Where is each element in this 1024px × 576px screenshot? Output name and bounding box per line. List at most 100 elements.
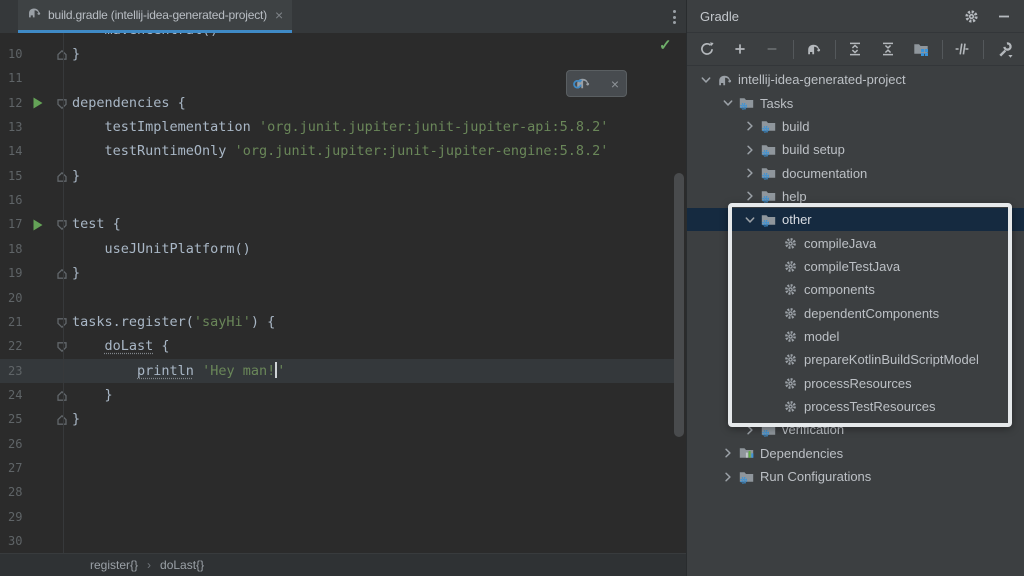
execute-gradle-task-button[interactable]	[801, 36, 827, 62]
tree-item-run-configurations[interactable]: Run Configurations	[687, 465, 1024, 488]
code-line-25[interactable]: 25}	[0, 407, 674, 431]
tree-item-help[interactable]: help	[687, 185, 1024, 208]
code-line-20[interactable]: 20	[0, 286, 674, 310]
fold-end-marker-icon[interactable]	[56, 389, 68, 401]
code-line-23[interactable]: 23 println 'Hey man!'	[0, 359, 674, 383]
tab-options-menu-icon[interactable]	[671, 8, 678, 26]
tree-item-label: compileTestJava	[804, 259, 900, 274]
chevron-right-icon[interactable]	[741, 422, 758, 438]
line-number: 18	[8, 237, 22, 261]
code-line-17[interactable]: 17test {	[0, 212, 674, 236]
detach-gradle-project-button[interactable]	[759, 36, 785, 62]
run-task-icon[interactable]	[31, 96, 44, 110]
tab-close-icon[interactable]: ×	[275, 8, 283, 22]
toggle-offline-mode-button[interactable]	[950, 36, 976, 62]
code-line-15[interactable]: 15}	[0, 164, 674, 188]
gradle-reload-icon[interactable]	[574, 75, 592, 92]
gear-icon	[782, 375, 799, 391]
fold-end-marker-icon[interactable]	[56, 267, 68, 279]
gear-icon	[782, 399, 799, 415]
tree-item-build[interactable]: build	[687, 115, 1024, 138]
task-folder-icon	[738, 95, 755, 111]
reload-all-gradle-projects-button[interactable]	[694, 36, 720, 62]
chevron-right-icon[interactable]	[719, 469, 736, 485]
chevron-right-icon[interactable]	[719, 445, 736, 461]
code-text: test {	[72, 212, 121, 236]
minimize-icon[interactable]	[996, 8, 1012, 24]
chevron-down-icon[interactable]	[741, 212, 758, 228]
code-line-29[interactable]: 29	[0, 505, 674, 529]
breadcrumb-register[interactable]: register{}	[90, 558, 138, 572]
code-line-28[interactable]: 28	[0, 480, 674, 504]
expand-all-button[interactable]	[843, 36, 869, 62]
code-line-18[interactable]: 18 useJUnitPlatform()	[0, 237, 674, 261]
fold-end-marker-icon[interactable]	[56, 170, 68, 182]
code-line-10[interactable]: 10}	[0, 42, 674, 66]
tree-item-compilejava[interactable]: compileJava	[687, 231, 1024, 254]
tree-item-label: intellij-idea-generated-project	[738, 72, 906, 87]
tree-item-label: model	[804, 329, 839, 344]
chevron-right-icon[interactable]	[741, 118, 758, 134]
settings-gear-icon[interactable]	[963, 8, 980, 25]
gear-icon	[782, 305, 799, 321]
task-folder-icon	[760, 165, 777, 181]
tree-item-preparekotlinbuildscriptmodel[interactable]: prepareKotlinBuildScriptModel	[687, 348, 1024, 371]
tree-item-tasks[interactable]: Tasks	[687, 91, 1024, 114]
code-line-13[interactable]: 13 testImplementation 'org.junit.jupiter…	[0, 115, 674, 139]
editor-scrollbar[interactable]	[674, 173, 684, 437]
chevron-right-icon[interactable]	[741, 165, 758, 181]
tree-item-processtestresources[interactable]: processTestResources	[687, 395, 1024, 418]
load-gradle-changes-widget[interactable]: ×	[566, 70, 627, 97]
fold-start-marker-icon[interactable]	[56, 97, 68, 109]
line-number: 28	[8, 480, 22, 504]
breadcrumb-separator: ›	[147, 558, 151, 572]
tab-build-gradle[interactable]: build.gradle (intellij-idea-generated-pr…	[18, 0, 292, 33]
tree-item-label: processTestResources	[804, 399, 936, 414]
code-line-22[interactable]: 22 doLast {	[0, 334, 674, 358]
line-number: 11	[8, 66, 22, 90]
dependency-analyzer-button[interactable]	[908, 36, 934, 62]
code-line-24[interactable]: 24 }	[0, 383, 674, 407]
run-task-icon[interactable]	[31, 218, 44, 232]
code-line-26[interactable]: 26	[0, 432, 674, 456]
tree-item-intellij-idea-generated-project[interactable]: intellij-idea-generated-project	[687, 68, 1024, 91]
code-editor[interactable]: mavenCentral() 10}1112dependencies {13 t…	[0, 0, 686, 553]
code-line-30[interactable]: 30	[0, 529, 674, 553]
collapse-all-button[interactable]	[875, 36, 901, 62]
tree-item-compiletestjava[interactable]: compileTestJava	[687, 255, 1024, 278]
breadcrumb-dolast[interactable]: doLast{}	[160, 558, 204, 572]
line-number: 29	[8, 505, 22, 529]
tree-item-components[interactable]: components	[687, 278, 1024, 301]
tree-item-label: components	[804, 282, 875, 297]
attach-gradle-project-button[interactable]	[727, 36, 753, 62]
chevron-right-icon[interactable]	[741, 188, 758, 204]
tree-item-dependencies[interactable]: Dependencies	[687, 442, 1024, 465]
gradle-toolbar	[687, 33, 1024, 66]
tree-item-build-setup[interactable]: build setup	[687, 138, 1024, 161]
code-line-14[interactable]: 14 testRuntimeOnly 'org.junit.jupiter:ju…	[0, 139, 674, 163]
chevron-down-icon[interactable]	[697, 72, 714, 88]
gear-icon	[782, 329, 799, 345]
close-icon[interactable]: ×	[611, 77, 619, 91]
tree-item-other[interactable]: other	[687, 208, 1024, 231]
code-line-16[interactable]: 16	[0, 188, 674, 212]
chevron-down-icon[interactable]	[719, 95, 736, 111]
code-text: }	[72, 407, 80, 431]
tree-item-verification[interactable]: verification	[687, 418, 1024, 441]
fold-start-marker-icon[interactable]	[56, 218, 68, 230]
chevron-right-icon[interactable]	[741, 142, 758, 158]
fold-end-marker-icon[interactable]	[56, 413, 68, 425]
fold-end-marker-icon[interactable]	[56, 48, 68, 60]
fold-start-marker-icon[interactable]	[56, 316, 68, 328]
fold-start-marker-icon[interactable]	[56, 340, 68, 352]
code-text: useJUnitPlatform()	[72, 237, 251, 261]
tree-item-dependentcomponents[interactable]: dependentComponents	[687, 302, 1024, 325]
code-line-21[interactable]: 21tasks.register('sayHi') {	[0, 310, 674, 334]
tree-item-model[interactable]: model	[687, 325, 1024, 348]
tree-item-processresources[interactable]: processResources	[687, 372, 1024, 395]
code-line-27[interactable]: 27	[0, 456, 674, 480]
gradle-settings-button[interactable]	[991, 36, 1017, 62]
code-line-19[interactable]: 19}	[0, 261, 674, 285]
tree-item-documentation[interactable]: documentation	[687, 161, 1024, 184]
breadcrumb: register{} › doLast{}	[0, 553, 686, 576]
